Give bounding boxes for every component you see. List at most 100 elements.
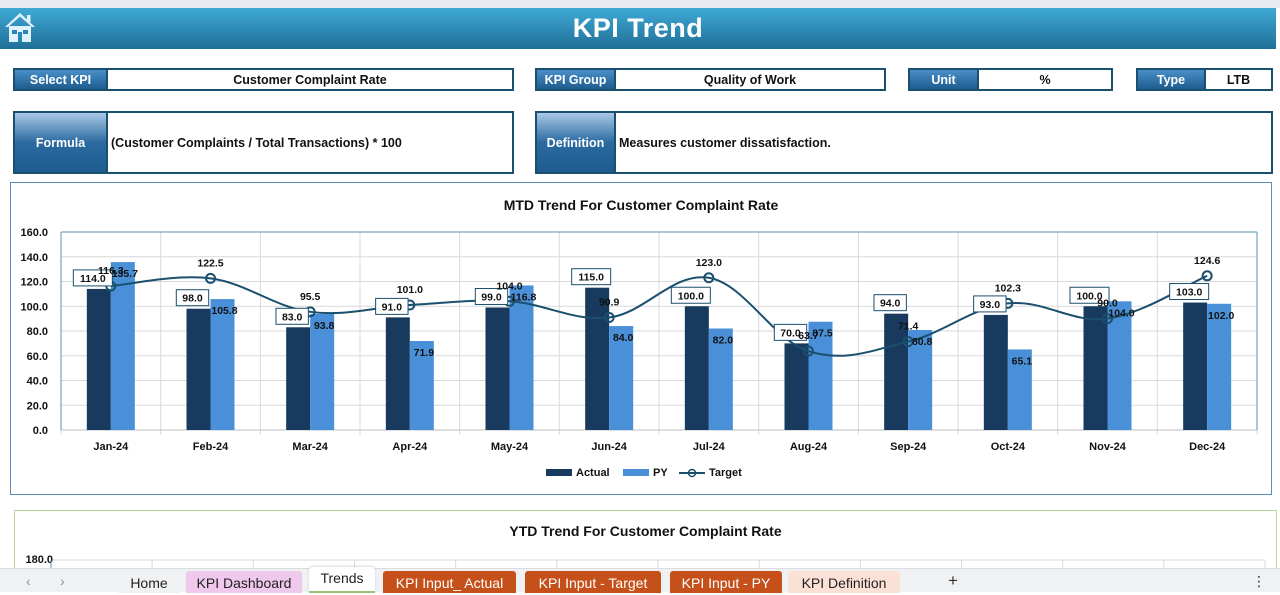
y-tick-label: 20.0 xyxy=(27,400,48,412)
target-data-label: 71.4 xyxy=(898,321,919,333)
mtd-chart-svg: 0.0 20.0 40.0 60.0 80.0 100.0 120.0 140.0 160.0 J… xyxy=(20,227,1258,479)
target-data-label: 90.0 xyxy=(1097,298,1118,310)
sheet-tab-kpi-input-py[interactable]: KPI Input - PY xyxy=(670,571,782,593)
target-data-label: 124.6 xyxy=(1194,255,1220,267)
select-kpi-label: Select KPI xyxy=(15,70,108,89)
legend-swatch-actual xyxy=(546,469,572,476)
page-title: KPI Trend xyxy=(572,13,704,43)
target-data-label: 101.0 xyxy=(397,284,423,296)
x-tick-label: Jan-24 xyxy=(93,441,129,453)
actual-data-label: 115.0 xyxy=(578,272,604,284)
type-value: LTB xyxy=(1226,72,1251,87)
y-tick-label: 80.0 xyxy=(27,326,48,338)
type-field: Type LTB xyxy=(1136,68,1273,91)
sheet-tab-trends[interactable]: Trends xyxy=(309,567,375,593)
target-data-label: 90.9 xyxy=(599,297,620,309)
y-tick-label: 100.0 xyxy=(20,301,48,313)
x-tick-label: Mar-24 xyxy=(292,441,328,453)
sheet-tab-bar: ‹ › Home KPI Dashboard Trends KPI Input_ Ac… xyxy=(0,567,1280,593)
definition-field: Definition Measures customer dissatisfac… xyxy=(535,111,1273,174)
next-sheet-button[interactable]: › xyxy=(60,569,65,593)
unit-value: % xyxy=(1039,72,1051,87)
actual-data-label: 99.0 xyxy=(481,291,502,303)
target-data-label: 104.0 xyxy=(496,280,522,292)
home-icon xyxy=(5,13,35,42)
bar-actual xyxy=(286,327,311,430)
prev-sheet-button[interactable]: ‹ xyxy=(26,569,31,593)
x-tick-label: Oct-24 xyxy=(991,441,1026,453)
x-tick-label: May-24 xyxy=(491,441,529,453)
bar-actual xyxy=(983,314,1008,430)
sheet-tab-kpi-input-target[interactable]: KPI Input - Target xyxy=(525,571,661,593)
target-data-label: 63.7 xyxy=(798,330,819,342)
bar-actual xyxy=(784,343,809,430)
type-label: Type xyxy=(1138,70,1206,89)
formula-value: (Customer Complaints / Total Transaction… xyxy=(111,135,402,150)
bar-actual xyxy=(385,317,410,430)
x-tick-label: Jul-24 xyxy=(693,441,726,453)
x-tick-label: Dec-24 xyxy=(1189,441,1226,453)
bar-actual xyxy=(485,307,510,430)
formula-field: Formula (Customer Complaints / Total Tra… xyxy=(13,111,514,174)
actual-data-label: 98.0 xyxy=(182,293,203,305)
bar-actual xyxy=(1083,306,1108,430)
more-options-button[interactable]: ⋮ xyxy=(1252,569,1266,593)
sheet-tab-home[interactable]: Home xyxy=(118,571,180,593)
legend-label-py: PY xyxy=(653,467,668,479)
py-data-label: 84.0 xyxy=(613,332,634,344)
target-data-label: 123.0 xyxy=(696,257,722,269)
bar-actual xyxy=(585,287,610,430)
bar-actual xyxy=(86,288,111,430)
py-data-label: 80.8 xyxy=(912,336,933,348)
definition-label: Definition xyxy=(537,113,616,172)
bar-actual xyxy=(1183,302,1208,430)
actual-data-label: 91.0 xyxy=(382,301,403,313)
add-sheet-button[interactable]: + xyxy=(948,569,958,593)
target-marker xyxy=(1201,270,1213,282)
bar-actual xyxy=(186,308,211,430)
y-tick-label: 0.0 xyxy=(33,425,48,437)
y-tick-label: 180.0 xyxy=(25,554,53,566)
definition-value: Measures customer dissatisfaction. xyxy=(619,135,831,150)
actual-data-label: 94.0 xyxy=(880,298,901,310)
sheet-tab-kpi-dashboard[interactable]: KPI Dashboard xyxy=(186,571,302,593)
x-tick-label: Nov-24 xyxy=(1089,441,1127,453)
bar-py xyxy=(1207,303,1232,430)
unit-field: Unit % xyxy=(908,68,1113,91)
x-tick-label: Jun-24 xyxy=(591,441,627,453)
top-strip xyxy=(0,0,1280,8)
header-banner: KPI Trend xyxy=(0,8,1276,49)
target-data-label: 116.3 xyxy=(98,265,124,277)
target-data-label: 122.5 xyxy=(197,257,223,269)
actual-data-label: 83.0 xyxy=(282,311,303,323)
py-data-label: 105.8 xyxy=(211,305,237,317)
legend-label-target: Target xyxy=(709,467,742,479)
select-kpi-field: Select KPI Customer Complaint Rate xyxy=(13,68,514,91)
py-data-label: 102.0 xyxy=(1208,310,1234,322)
mtd-chart: MTD Trend For Customer Complaint Rate 0.… xyxy=(10,182,1272,495)
legend-swatch-py xyxy=(623,469,649,476)
home-button[interactable] xyxy=(2,10,38,44)
kpi-group-field: KPI Group Quality of Work xyxy=(535,68,886,91)
bar-actual xyxy=(684,306,709,430)
x-tick-label: Aug-24 xyxy=(790,441,828,453)
bar-py xyxy=(210,299,235,430)
actual-data-label: 100.0 xyxy=(678,290,704,302)
formula-label: Formula xyxy=(15,113,108,172)
unit-label: Unit xyxy=(910,70,979,89)
y-tick-label: 140.0 xyxy=(20,252,48,264)
x-tick-label: Feb-24 xyxy=(193,441,229,453)
bar-py xyxy=(509,285,534,430)
py-data-label: 71.9 xyxy=(414,347,435,359)
sheet-tab-kpi-input-actual[interactable]: KPI Input_ Actual xyxy=(383,571,516,593)
py-data-label: 82.0 xyxy=(713,335,734,347)
legend-label-actual: Actual xyxy=(576,467,610,479)
y-tick-label: 60.0 xyxy=(27,351,48,363)
select-kpi-dropdown[interactable]: Customer Complaint Rate xyxy=(108,70,512,89)
kpi-group-value: Quality of Work xyxy=(703,72,797,87)
actual-data-label: 103.0 xyxy=(1176,287,1202,299)
py-data-label: 65.1 xyxy=(1012,355,1033,367)
y-tick-label: 120.0 xyxy=(20,277,48,289)
sheet-tab-kpi-definition[interactable]: KPI Definition xyxy=(788,571,900,593)
py-data-label: 116.8 xyxy=(511,291,537,303)
